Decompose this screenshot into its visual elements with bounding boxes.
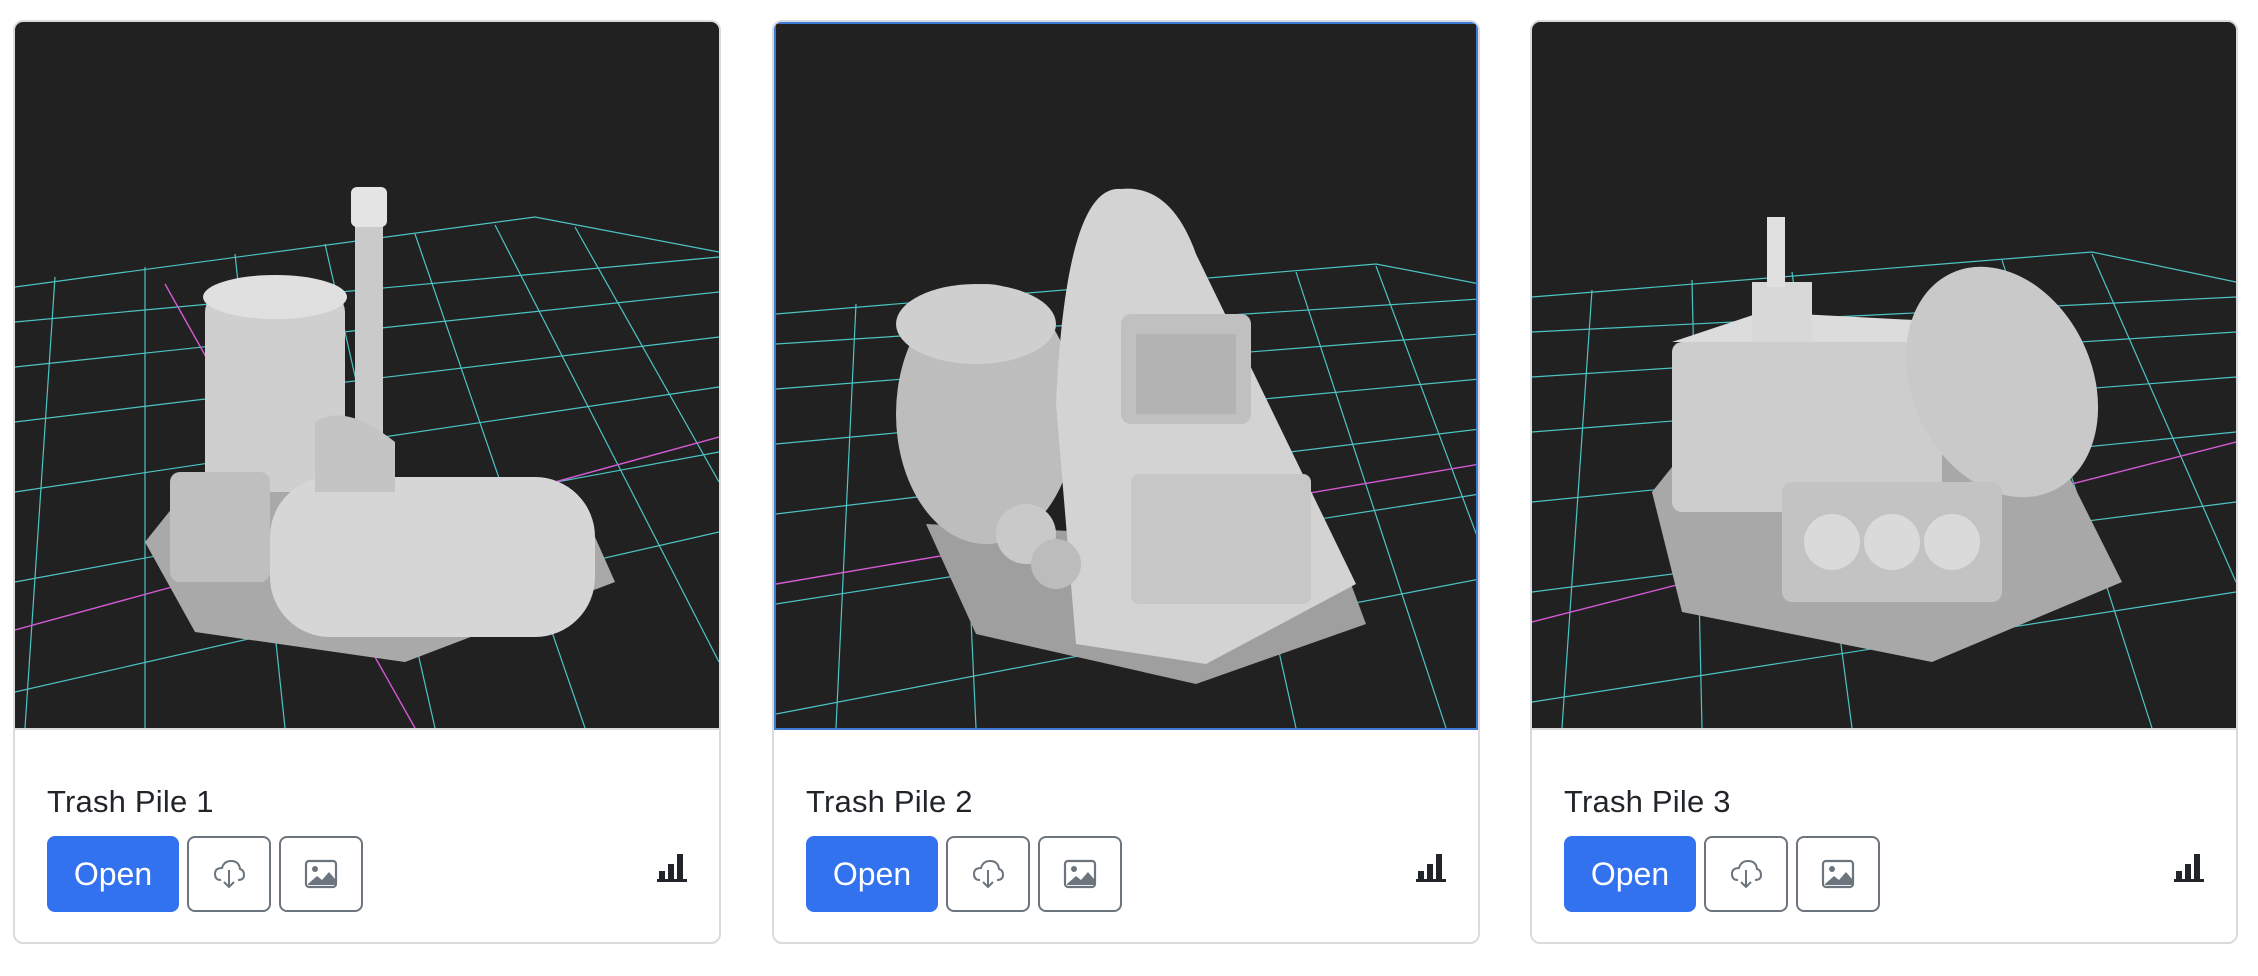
model-render xyxy=(15,187,719,728)
cloud-download-icon xyxy=(1730,859,1763,889)
model-card: Trash Pile 2 Open xyxy=(772,20,1480,944)
open-button[interactable]: Open xyxy=(806,836,938,912)
card-actions: Open xyxy=(47,836,363,912)
model-card: Trash Pile 1 Open xyxy=(13,20,721,944)
card-title: Trash Pile 1 xyxy=(47,784,214,819)
open-button[interactable]: Open xyxy=(47,836,179,912)
model-preview-viewport[interactable] xyxy=(774,22,1478,730)
image-icon xyxy=(1063,859,1097,889)
cloud-download-icon xyxy=(972,859,1005,889)
card-actions: Open xyxy=(1564,836,1880,912)
model-card: Trash Pile 3 Open xyxy=(1530,20,2238,944)
model-card-grid: Trash Pile 1 Open Trash Pile 2 Open Tras… xyxy=(0,0,2258,976)
card-actions: Open xyxy=(806,836,1122,912)
model-render xyxy=(776,188,1476,728)
model-preview-viewport[interactable] xyxy=(15,22,719,730)
bar-chart-icon xyxy=(1416,854,1446,882)
screenshot-button[interactable] xyxy=(1038,836,1122,912)
image-icon xyxy=(304,859,338,889)
download-button[interactable] xyxy=(1704,836,1788,912)
open-button[interactable]: Open xyxy=(1564,836,1696,912)
card-title: Trash Pile 3 xyxy=(1564,784,1731,819)
stats-button[interactable] xyxy=(657,854,687,887)
download-button[interactable] xyxy=(946,836,1030,912)
image-icon xyxy=(1821,859,1855,889)
card-title: Trash Pile 2 xyxy=(806,784,973,819)
stats-button[interactable] xyxy=(2174,854,2204,887)
bar-chart-icon xyxy=(657,854,687,882)
bar-chart-icon xyxy=(2174,854,2204,882)
screenshot-button[interactable] xyxy=(1796,836,1880,912)
screenshot-button[interactable] xyxy=(279,836,363,912)
model-preview-viewport[interactable] xyxy=(1532,22,2236,730)
download-button[interactable] xyxy=(187,836,271,912)
cloud-download-icon xyxy=(213,859,246,889)
model-render xyxy=(1532,217,2236,728)
stats-button[interactable] xyxy=(1416,854,1446,887)
